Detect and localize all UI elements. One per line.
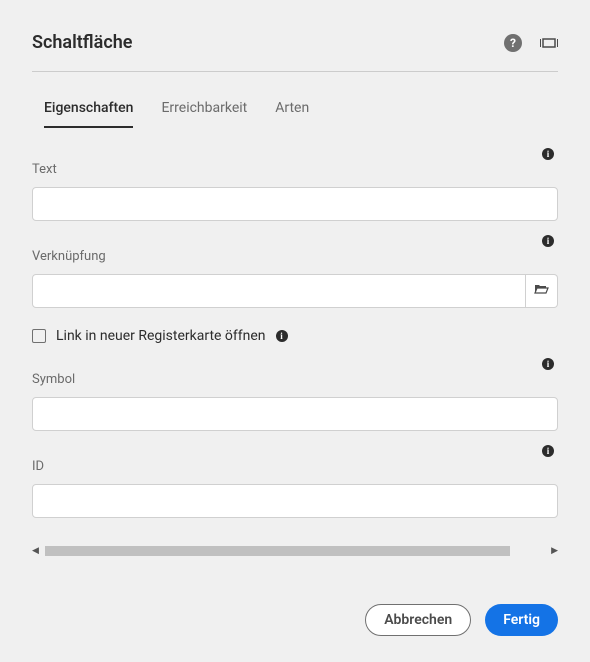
horizontal-scrollbar[interactable]: ◀ ▶	[32, 546, 558, 556]
newtab-checkbox[interactable]	[32, 329, 46, 343]
folder-open-icon	[534, 281, 550, 301]
text-input[interactable]	[32, 187, 558, 221]
tab-properties[interactable]: Eigenschaften	[44, 100, 133, 128]
tab-accessibility[interactable]: Erreichbarkeit	[161, 100, 247, 128]
id-label: ID	[32, 459, 558, 474]
fullscreen-icon[interactable]	[540, 34, 558, 52]
id-input[interactable]	[32, 484, 558, 518]
help-icon[interactable]: ?	[504, 34, 522, 52]
done-button[interactable]: Fertig	[485, 604, 558, 636]
browse-button[interactable]	[526, 274, 558, 308]
scroll-right-arrow[interactable]: ▶	[551, 546, 558, 556]
info-icon[interactable]: i	[542, 358, 554, 370]
cancel-button[interactable]: Abbrechen	[365, 604, 471, 636]
info-icon[interactable]: i	[542, 148, 554, 160]
symbol-label: Symbol	[32, 372, 558, 387]
dialog-title: Schaltfläche	[32, 32, 132, 53]
text-label: Text	[32, 162, 558, 177]
symbol-input[interactable]	[32, 397, 558, 431]
info-icon[interactable]: i	[542, 235, 554, 247]
newtab-label: Link in neuer Registerkarte öffnen	[56, 328, 266, 344]
info-icon[interactable]: i	[542, 445, 554, 457]
link-label: Verknüpfung	[32, 249, 558, 264]
tab-styles[interactable]: Arten	[275, 100, 309, 128]
scroll-left-arrow[interactable]: ◀	[32, 546, 39, 556]
info-icon[interactable]: i	[276, 330, 288, 342]
link-input[interactable]	[32, 274, 526, 308]
